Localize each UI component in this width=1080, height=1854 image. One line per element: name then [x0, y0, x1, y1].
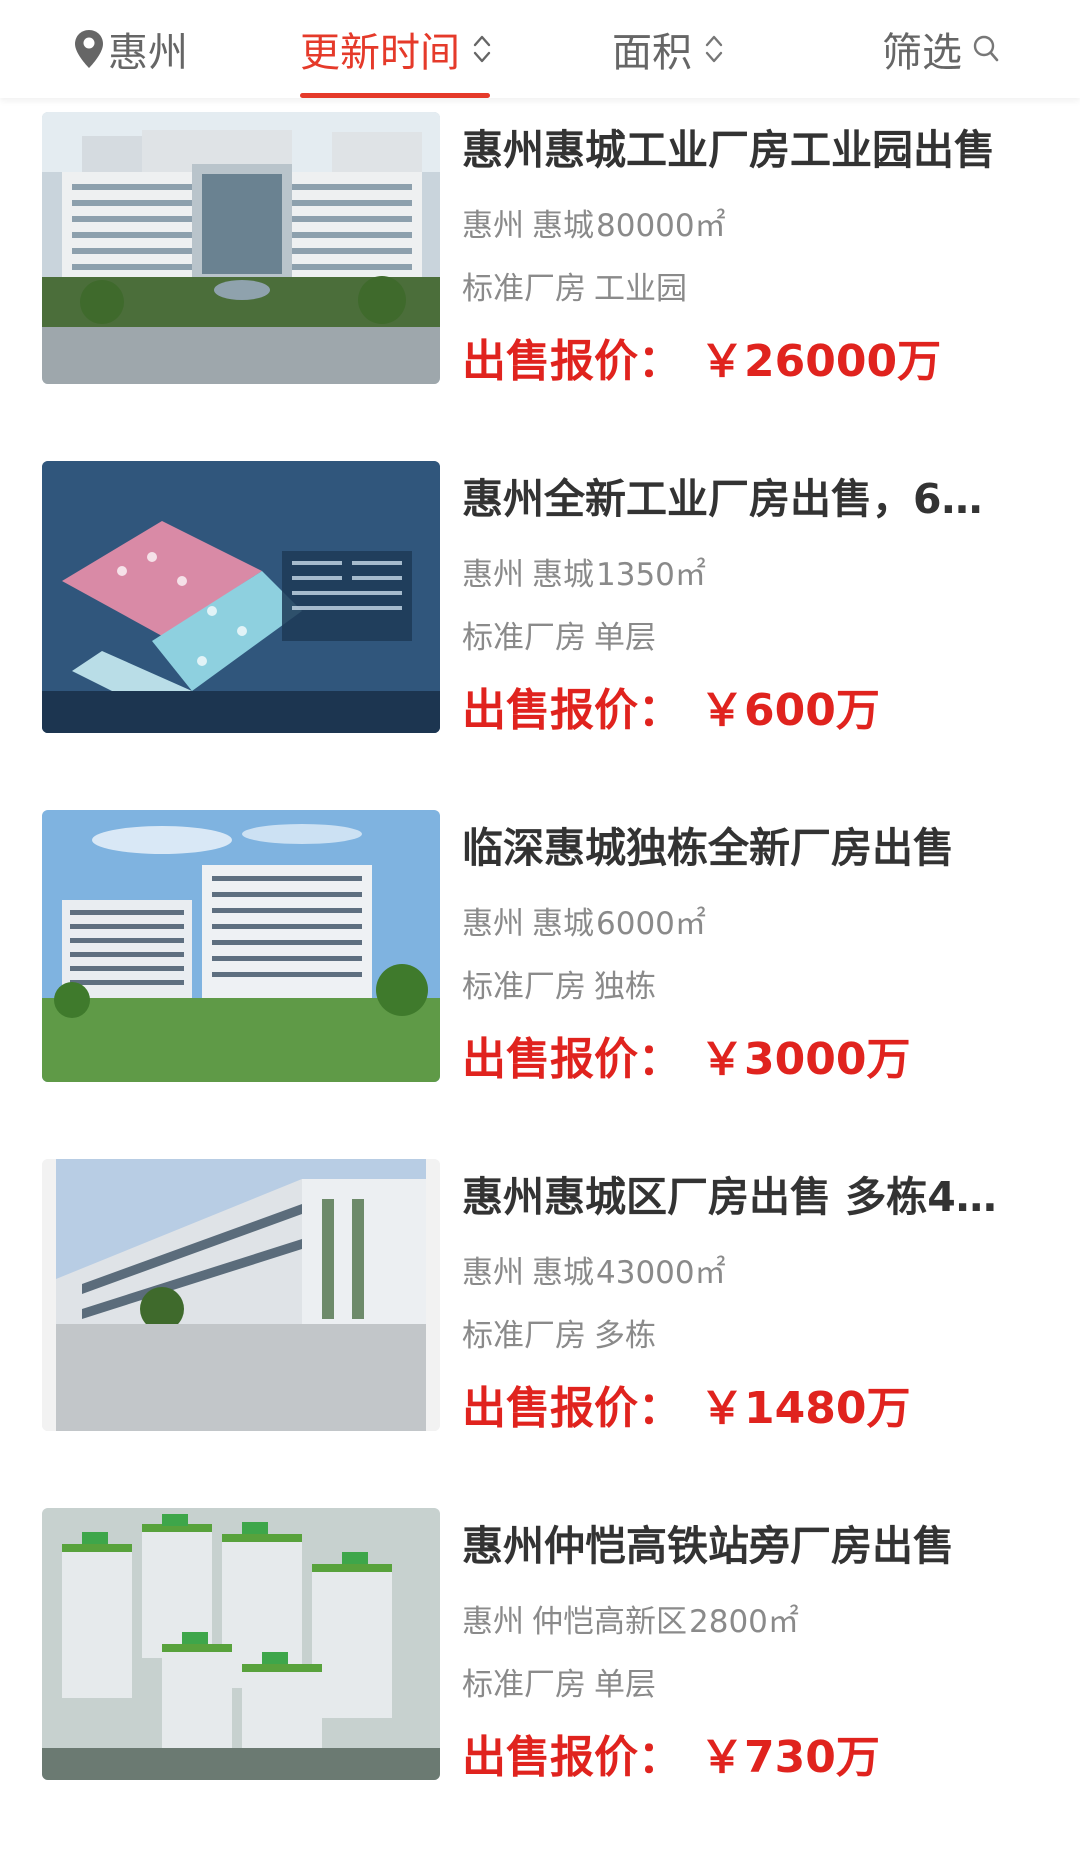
listing-city: 惠州: [462, 208, 524, 244]
listing-tag: 标准厂房: [462, 969, 586, 1005]
listing-title[interactable]: 临深惠城独栋全新厂房出售: [462, 820, 1042, 876]
sort-arrows-icon: [472, 32, 492, 66]
price-label: 出售报价：: [462, 1383, 682, 1434]
listing-location: 惠州 惠城6000㎡: [462, 902, 1042, 946]
listing-city: 惠州: [462, 1604, 524, 1640]
sort-area-label: 面积: [612, 30, 692, 76]
listing-card[interactable]: 惠州惠城工业厂房工业园出售 惠州 惠城80000㎡ 标准厂房 工业园 出售报价： ￥2…: [0, 112, 1080, 412]
listing-district: 惠城: [532, 906, 594, 942]
listing-tag: 单层: [594, 620, 656, 656]
filter-button[interactable]: 筛选: [882, 0, 1000, 98]
listing-card[interactable]: 临深惠城独栋全新厂房出售 惠州 惠城6000㎡ 标准厂房 独栋 出售报价： ￥3000…: [0, 810, 1080, 1110]
price-value: ￥730万: [700, 1732, 880, 1783]
price-label: 出售报价：: [462, 336, 682, 387]
active-tab-indicator: [300, 93, 490, 98]
listing-photo[interactable]: [42, 1508, 440, 1780]
listing-district: 惠城: [532, 208, 594, 244]
listing-tag: 工业园: [594, 271, 687, 307]
price-label: 出售报价：: [462, 1732, 682, 1783]
listing-photo[interactable]: [42, 461, 440, 733]
price-value: ￥600万: [700, 685, 880, 736]
listing-tag: 单层: [594, 1667, 656, 1703]
city-selector[interactable]: 惠州: [74, 0, 188, 98]
listing-title[interactable]: 惠州全新工业厂房出售，6…: [462, 471, 1042, 527]
listing-location: 惠州 惠城43000㎡: [462, 1251, 1042, 1295]
listing-title[interactable]: 惠州惠城工业厂房工业园出售: [462, 122, 1042, 178]
listing-tag: 标准厂房: [462, 271, 586, 307]
listing-photo[interactable]: [42, 112, 440, 384]
listing-title[interactable]: 惠州惠城区厂房出售 多栋4…: [462, 1169, 1042, 1225]
price-label: 出售报价：: [462, 1034, 682, 1085]
listing-tags: 标准厂房 工业园: [462, 267, 1042, 311]
sort-by-update-time[interactable]: 更新时间: [300, 0, 492, 98]
listing-tag: 多栋: [594, 1318, 656, 1354]
listing-tags: 标准厂房 单层: [462, 616, 1042, 660]
listing-tag: 标准厂房: [462, 1667, 586, 1703]
listing-card[interactable]: 惠州惠城区厂房出售 多栋4… 惠州 惠城43000㎡ 标准厂房 多栋 出售报价： ￥1…: [0, 1159, 1080, 1459]
price-value: ￥3000万: [700, 1034, 911, 1085]
listing-card[interactable]: 惠州全新工业厂房出售，6… 惠州 惠城1350㎡ 标准厂房 单层 出售报价： ￥600…: [0, 461, 1080, 761]
listing-area: 2800㎡: [689, 1604, 799, 1640]
filter-bar: 惠州 更新时间 面积 筛选: [0, 0, 1080, 98]
location-pin-icon: [74, 29, 104, 69]
listing-district: 惠城: [532, 557, 594, 593]
price-label: 出售报价：: [462, 685, 682, 736]
listing-area: 1350㎡: [596, 557, 706, 593]
city-label: 惠州: [108, 30, 188, 76]
listing-price: 出售报价： ￥1480万: [462, 1379, 910, 1439]
sort-time-label: 更新时间: [300, 30, 460, 76]
listing-price: 出售报价： ￥3000万: [462, 1030, 910, 1090]
listing-tags: 标准厂房 独栋: [462, 965, 1042, 1009]
listing-location: 惠州 仲恺高新区2800㎡: [462, 1600, 1042, 1644]
price-value: ￥1480万: [700, 1383, 911, 1434]
listing-title[interactable]: 惠州仲恺高铁站旁厂房出售: [462, 1518, 1042, 1574]
listing-photo[interactable]: [42, 810, 440, 1082]
price-value: ￥26000万: [700, 336, 942, 387]
sort-arrows-icon: [704, 32, 724, 66]
filter-label: 筛选: [882, 30, 962, 76]
listing-tag: 标准厂房: [462, 1318, 586, 1354]
listing-price: 出售报价： ￥26000万: [462, 332, 941, 392]
listing-city: 惠州: [462, 557, 524, 593]
listing-location: 惠州 惠城1350㎡: [462, 553, 1042, 597]
listing-tag: 标准厂房: [462, 620, 586, 656]
listing-tag: 独栋: [594, 969, 656, 1005]
sort-by-area[interactable]: 面积: [612, 0, 724, 98]
listing-area: 6000㎡: [596, 906, 706, 942]
listing-area: 80000㎡: [596, 208, 726, 244]
listing-photo[interactable]: [42, 1159, 440, 1431]
listing-area: 43000㎡: [596, 1255, 726, 1291]
listing-tags: 标准厂房 多栋: [462, 1314, 1042, 1358]
listing-city: 惠州: [462, 906, 524, 942]
listing-district: 仲恺高新区: [532, 1604, 687, 1640]
listing-price: 出售报价： ￥730万: [462, 1728, 880, 1788]
listing-card[interactable]: 惠州仲恺高铁站旁厂房出售 惠州 仲恺高新区2800㎡ 标准厂房 单层 出售报价： ￥7…: [0, 1508, 1080, 1808]
listing-district: 惠城: [532, 1255, 594, 1291]
listing-price: 出售报价： ￥600万: [462, 681, 880, 741]
search-icon: [972, 34, 1000, 64]
listing-city: 惠州: [462, 1255, 524, 1291]
listing-tags: 标准厂房 单层: [462, 1663, 1042, 1707]
listing-location: 惠州 惠城80000㎡: [462, 204, 1042, 248]
